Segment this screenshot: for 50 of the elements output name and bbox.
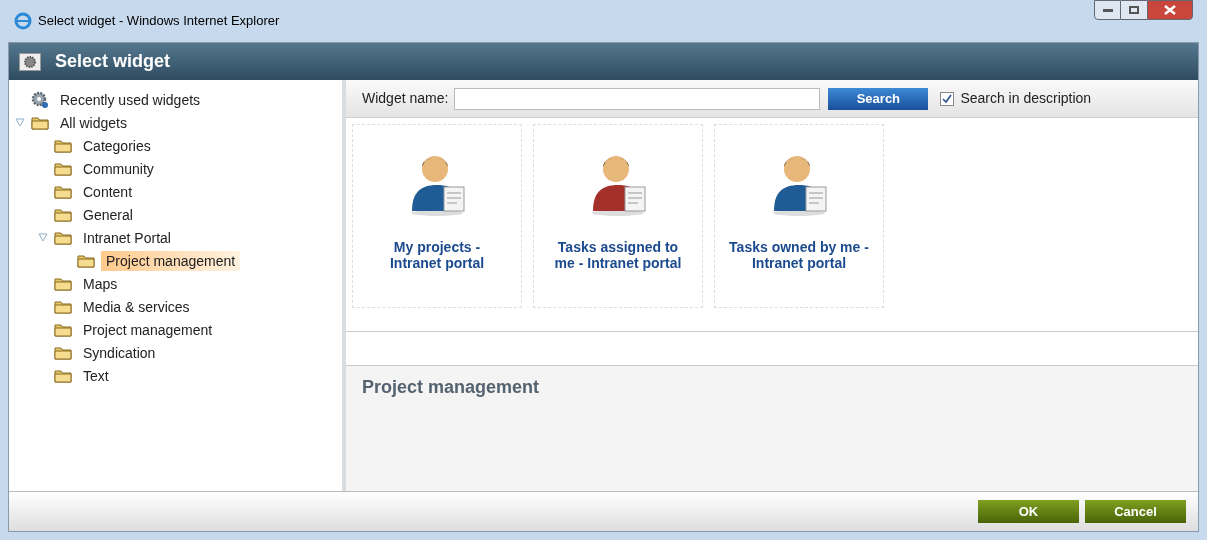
folder-icon: [54, 207, 72, 222]
tree-item[interactable]: General: [78, 204, 138, 225]
tree-item[interactable]: Syndication: [78, 342, 161, 363]
dialog-button[interactable]: OK: [978, 500, 1079, 523]
tree-item[interactable]: Media & services: [78, 296, 195, 317]
description-title: Project management: [362, 377, 540, 397]
tree-item[interactable]: Categories: [78, 135, 156, 156]
widget-card[interactable]: My projects - Intranet portal: [352, 124, 522, 308]
widget-title: Tasks assigned to me - Intranet portal: [553, 239, 683, 271]
search-description-checkbox[interactable]: [940, 91, 955, 106]
tree-item[interactable]: Project management: [78, 319, 218, 340]
folder-icon: [77, 253, 95, 268]
folder-icon: [54, 345, 72, 360]
minimize-icon: [1102, 8, 1113, 12]
folder-icon: [54, 138, 72, 153]
widget-title: My projects - Intranet portal: [388, 239, 486, 271]
widget-name-label: Widget name:: [362, 89, 449, 108]
tree-item[interactable]: Content: [78, 181, 138, 202]
window-title: Select widget - Windows Internet Explorer: [38, 12, 281, 31]
tree-item[interactable]: Text: [78, 365, 114, 386]
folder-icon: [54, 161, 72, 176]
folder-icon: [54, 276, 72, 291]
tree-item[interactable]: Recently used widgets: [55, 89, 206, 110]
tree-item[interactable]: All widgets: [55, 112, 132, 133]
maximize-button[interactable]: [1121, 0, 1147, 20]
widget-title: Tasks owned by me - Intranet portal: [728, 239, 870, 271]
dialog-title: Select widget: [55, 50, 171, 73]
close-icon: [1164, 5, 1176, 15]
folder-icon: [54, 299, 72, 314]
widget-card[interactable]: Tasks assigned to me - Intranet portal: [533, 124, 703, 308]
folder-icon: [54, 368, 72, 383]
search-button[interactable]: Search: [828, 87, 929, 110]
folder-icon: [54, 230, 72, 245]
tree-item[interactable]: Community: [78, 158, 159, 179]
gear-icon: [19, 52, 41, 71]
widget-name-field[interactable]: [454, 87, 821, 110]
folder-icon: [31, 115, 49, 130]
maximize-icon: [1129, 6, 1139, 14]
gear-icon: [31, 90, 49, 109]
tree-item[interactable]: Intranet Portal: [78, 227, 176, 248]
tree-item[interactable]: Maps: [78, 273, 123, 294]
checkbox-label: Search in description: [960, 89, 1092, 108]
minimize-button[interactable]: [1094, 0, 1121, 20]
dialog-button[interactable]: Cancel: [1085, 500, 1186, 523]
widget-card[interactable]: Tasks owned by me - Intranet portal: [714, 124, 884, 308]
folder-icon: [54, 184, 72, 199]
close-button[interactable]: [1147, 0, 1193, 20]
folder-icon: [54, 322, 72, 337]
browser-logo-icon: [14, 12, 32, 30]
tree-item[interactable]: Project management: [101, 250, 241, 271]
